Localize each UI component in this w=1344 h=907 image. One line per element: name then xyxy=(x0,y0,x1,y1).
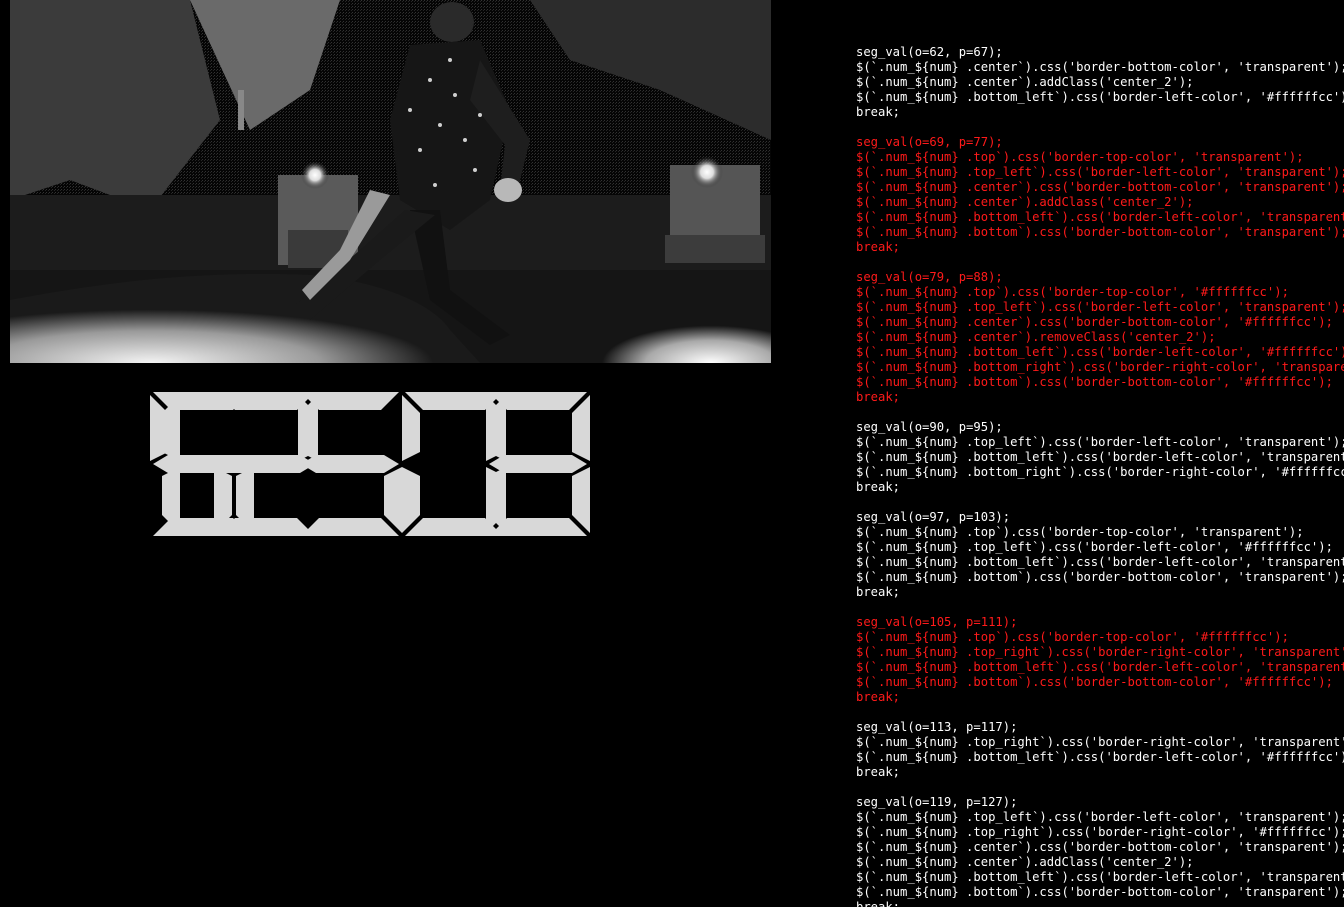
code-line: $(`.num_${num} .center`).css('border-bot… xyxy=(856,840,1344,854)
code-line: $(`.num_${num} .top_left`).css('border-l… xyxy=(856,300,1344,314)
code-line: $(`.num_${num} .bottom_right`).css('bord… xyxy=(856,360,1344,374)
code-line: $(`.num_${num} .center`).removeClass('ce… xyxy=(856,330,1216,344)
code-line: $(`.num_${num} .center`).addClass('cente… xyxy=(856,195,1194,209)
code-line: $(`.num_${num} .center`).css('border-bot… xyxy=(856,315,1333,329)
code-line: $(`.num_${num} .center`).css('border-bot… xyxy=(856,180,1344,194)
code-line: $(`.num_${num} .top`).css('border-top-co… xyxy=(856,525,1304,539)
code-line: $(`.num_${num} .bottom`).css('border-bot… xyxy=(856,225,1344,239)
code-line: seg_val(o=105, p=111); xyxy=(856,615,1018,629)
code-line: break; xyxy=(856,765,901,779)
code-line: seg_val(o=97, p=103); xyxy=(856,510,1011,524)
code-block: seg_val(o=97, p=103); $(`.num_${num} .top… xyxy=(856,510,1344,600)
code-line: break; xyxy=(856,390,901,404)
digit-svg xyxy=(486,392,590,536)
code-block: seg_val(o=113, p=117); $(`.num_${num} .to… xyxy=(856,720,1344,780)
code-line: $(`.num_${num} .bottom_right`).css('bord… xyxy=(856,465,1344,479)
code-listing: seg_val(o=62, p=67); $(`.num_${num} .cent… xyxy=(856,45,1344,907)
segment-e xyxy=(402,467,420,533)
segment-f xyxy=(214,395,232,461)
segment-e xyxy=(486,467,504,533)
segment-g xyxy=(489,455,587,473)
segment-e xyxy=(214,467,232,533)
segment-e xyxy=(298,467,316,533)
code-line: $(`.num_${num} .center`).addClass('cente… xyxy=(856,75,1194,89)
clock-digit-4 xyxy=(298,392,402,536)
segment-c xyxy=(384,467,402,533)
segment-a xyxy=(301,392,399,410)
seven-segment-clock xyxy=(0,0,820,560)
code-block: seg_val(o=119, p=127); $(`.num_${num} .to… xyxy=(856,795,1344,907)
code-line: $(`.num_${num} .bottom_left`).css('borde… xyxy=(856,750,1344,764)
code-block: seg_val(o=69, p=77); $(`.num_${num} .top`… xyxy=(856,135,1344,255)
code-line: break; xyxy=(856,585,901,599)
code-line: break; xyxy=(856,240,901,254)
code-line: $(`.num_${num} .bottom_left`).css('borde… xyxy=(856,660,1344,674)
segment-a xyxy=(489,392,587,410)
segment-b xyxy=(572,395,590,461)
code-line: $(`.num_${num} .bottom`).css('border-bot… xyxy=(856,675,1333,689)
segment-d xyxy=(301,518,399,536)
segment-f xyxy=(298,395,316,461)
code-line: $(`.num_${num} .top`).css('border-top-co… xyxy=(856,630,1289,644)
segment-g xyxy=(301,455,399,473)
code-line: $(`.num_${num} .bottom_left`).css('borde… xyxy=(856,210,1344,224)
code-line: break; xyxy=(856,480,901,494)
code-line: $(`.num_${num} .top_right`).css('border-… xyxy=(856,735,1344,749)
code-line: break; xyxy=(856,690,901,704)
code-line: $(`.num_${num} .top`).css('border-top-co… xyxy=(856,285,1289,299)
code-line: break; xyxy=(856,900,901,907)
code-line: break; xyxy=(856,105,901,119)
code-line: $(`.num_${num} .top_left`).css('border-l… xyxy=(856,810,1344,824)
segment-c xyxy=(572,467,590,533)
code-line: $(`.num_${num} .bottom`).css('border-bot… xyxy=(856,885,1344,899)
code-line: $(`.num_${num} .bottom_left`).css('borde… xyxy=(856,450,1344,464)
code-line: seg_val(o=62, p=67); xyxy=(856,45,1003,59)
segment-f xyxy=(150,395,168,461)
segment-d xyxy=(489,518,587,536)
segment-e xyxy=(150,467,168,533)
code-line: $(`.num_${num} .bottom`).css('border-bot… xyxy=(856,570,1344,584)
code-block: seg_val(o=62, p=67); $(`.num_${num} .cent… xyxy=(856,45,1344,120)
code-line: $(`.num_${num} .top`).css('border-top-co… xyxy=(856,150,1304,164)
code-line: $(`.num_${num} .top_left`).css('border-l… xyxy=(856,540,1333,554)
code-line: $(`.num_${num} .bottom`).css('border-bot… xyxy=(856,375,1333,389)
code-line: $(`.num_${num} .top_right`).css('border-… xyxy=(856,645,1344,659)
code-line: seg_val(o=119, p=127); xyxy=(856,795,1018,809)
code-line: $(`.num_${num} .bottom_left`).css('borde… xyxy=(856,345,1344,359)
code-block: seg_val(o=105, p=111); $(`.num_${num} .to… xyxy=(856,615,1344,705)
code-line: seg_val(o=69, p=77); xyxy=(856,135,1003,149)
segment-f xyxy=(486,395,504,461)
code-line: seg_val(o=113, p=117); xyxy=(856,720,1018,734)
code-line: $(`.num_${num} .top_left`).css('border-l… xyxy=(856,435,1344,449)
code-line: $(`.num_${num} .bottom_left`).css('borde… xyxy=(856,90,1344,104)
code-line: $(`.num_${num} .top_left`).css('border-l… xyxy=(856,165,1344,179)
code-block: seg_val(o=90, p=95); $(`.num_${num} .top_… xyxy=(856,420,1344,495)
segment-f xyxy=(76,395,94,461)
code-line: seg_val(o=79, p=88); xyxy=(856,270,1003,284)
code-block: seg_val(o=79, p=88); $(`.num_${num} .top`… xyxy=(856,270,1344,405)
clock-digit-6 xyxy=(486,392,590,536)
code-line: $(`.num_${num} .center`).css('border-bot… xyxy=(856,60,1344,74)
segment-b xyxy=(384,395,402,461)
segment-e xyxy=(76,467,94,533)
code-line: $(`.num_${num} .bottom_left`).css('borde… xyxy=(856,870,1344,884)
segment-f xyxy=(402,395,420,461)
code-line: $(`.num_${num} .center`).addClass('cente… xyxy=(856,855,1194,869)
code-line: seg_val(o=90, p=95); xyxy=(856,420,1003,434)
code-line: $(`.num_${num} .top_right`).css('border-… xyxy=(856,825,1344,839)
digit-svg xyxy=(298,392,402,536)
code-line: $(`.num_${num} .bottom_left`).css('borde… xyxy=(856,555,1344,569)
